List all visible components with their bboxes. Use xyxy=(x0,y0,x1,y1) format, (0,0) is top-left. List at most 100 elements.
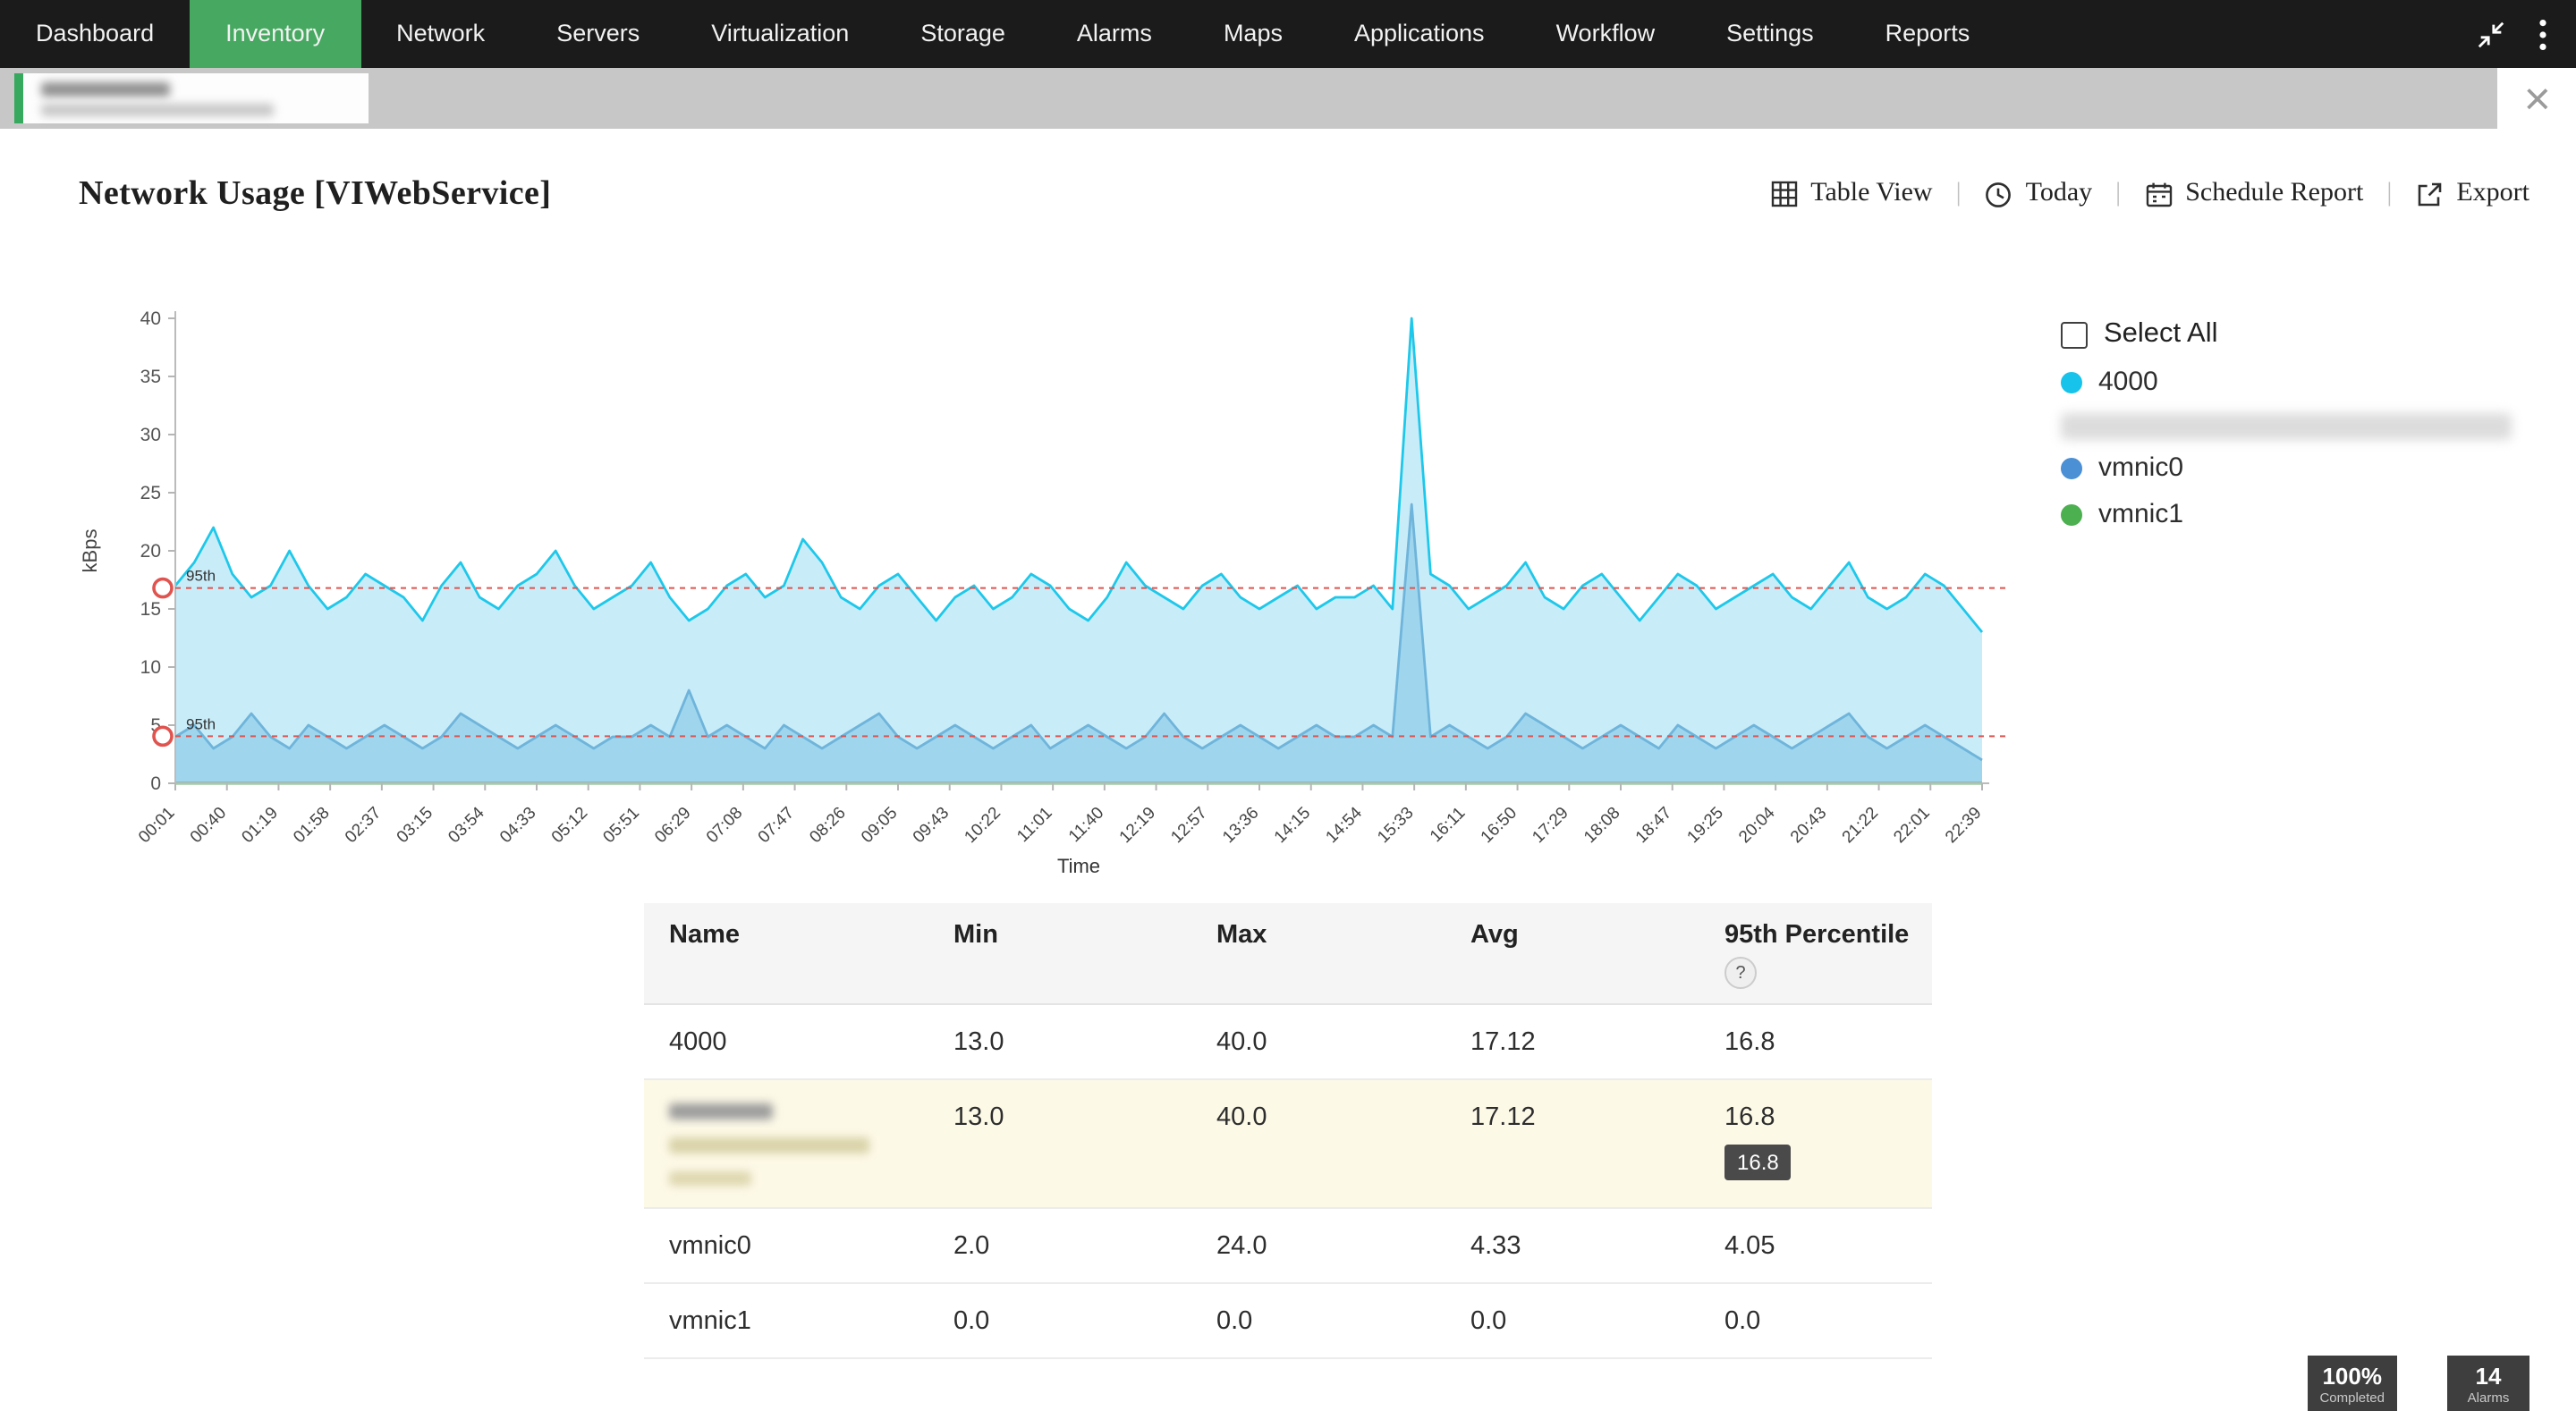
close-icon[interactable]: × xyxy=(2524,75,2551,122)
percentile-label: 95th xyxy=(186,715,216,732)
x-tick-label: 18:47 xyxy=(1632,804,1675,847)
y-tick-label: 30 xyxy=(140,425,161,445)
cell-avg: 0.0 xyxy=(1445,1283,1699,1358)
cell-name: vmnic1 xyxy=(644,1283,928,1358)
cell-max: 40.0 xyxy=(1191,1004,1445,1079)
nav-item-servers[interactable]: Servers xyxy=(521,0,675,68)
nav-item-network[interactable]: Network xyxy=(360,0,521,68)
calendar-icon xyxy=(2144,180,2173,208)
blurred-name-line xyxy=(669,1137,869,1153)
cell-min: 13.0 xyxy=(928,1004,1191,1079)
notification-card[interactable] xyxy=(14,73,369,123)
cell-min: 0.0 xyxy=(928,1283,1191,1358)
col-header-name: Name xyxy=(644,903,928,1004)
cell-p95: 4.05 xyxy=(1699,1208,1932,1283)
nav-item-workflow[interactable]: Workflow xyxy=(1521,0,1691,68)
nav-item-settings[interactable]: Settings xyxy=(1690,0,1850,68)
x-tick-label: 16:11 xyxy=(1427,804,1469,846)
x-tick-label: 01:58 xyxy=(290,804,333,847)
cell-p95: 0.0 xyxy=(1699,1283,1932,1358)
legend-item-blurred[interactable] xyxy=(2061,413,2512,440)
y-tick-label: 15 xyxy=(140,599,161,620)
nav-item-dashboard[interactable]: Dashboard xyxy=(0,0,190,68)
x-tick-label: 04:33 xyxy=(496,804,539,847)
today-label: Today xyxy=(2026,179,2093,209)
x-tick-label: 22:01 xyxy=(1890,804,1933,847)
action-separator: | xyxy=(2115,179,2121,209)
export-icon xyxy=(2415,180,2444,208)
x-tick-label: 21:22 xyxy=(1839,804,1882,847)
table-row-blurred: 13.040.017.1216.816.8 xyxy=(644,1079,1932,1208)
x-tick-label: 11:40 xyxy=(1065,804,1107,846)
alarms-badge[interactable]: 14 Alarms xyxy=(2447,1356,2529,1411)
y-tick-label: 10 xyxy=(140,657,161,678)
x-tick-label: 14:54 xyxy=(1322,803,1366,847)
legend-item-4000[interactable]: 4000 xyxy=(2061,367,2562,397)
blurred-text xyxy=(41,82,170,97)
nav-item-reports[interactable]: Reports xyxy=(1850,0,2006,68)
cell-p95: 16.816.8 xyxy=(1699,1079,1932,1208)
percentile-marker[interactable] xyxy=(154,579,172,597)
cell-max: 0.0 xyxy=(1191,1283,1445,1358)
schedule-report-label: Schedule Report xyxy=(2185,179,2363,209)
x-tick-label: 11:01 xyxy=(1013,804,1055,846)
table-view-label: Table View xyxy=(1810,179,1932,209)
x-axis-label: Time xyxy=(1057,855,1100,877)
x-tick-label: 09:05 xyxy=(858,804,901,847)
help-icon[interactable]: ? xyxy=(1724,957,1757,989)
col-header-95th-percentile: 95th Percentile? xyxy=(1699,903,1932,1004)
x-tick-label: 02:37 xyxy=(342,804,385,847)
x-tick-label: 13:36 xyxy=(1219,804,1262,847)
kebab-menu-icon[interactable] xyxy=(2538,17,2547,51)
nav-item-inventory[interactable]: Inventory xyxy=(190,0,360,68)
percentile-marker[interactable] xyxy=(154,727,172,745)
export-button[interactable]: Export xyxy=(2415,179,2529,209)
legend-dot xyxy=(2061,503,2082,525)
x-tick-label: 09:43 xyxy=(910,804,953,847)
cell-max: 40.0 xyxy=(1191,1079,1445,1208)
select-all-row[interactable]: Select All xyxy=(2061,318,2562,351)
stats-table: NameMinMaxAvg95th Percentile?400013.040.… xyxy=(644,903,1932,1359)
legend-item-vmnic1[interactable]: vmnic1 xyxy=(2061,499,2562,529)
legend-item-vmnic0[interactable]: vmnic0 xyxy=(2061,452,2562,483)
cell-min: 13.0 xyxy=(928,1079,1191,1208)
col-header-avg: Avg xyxy=(1445,903,1699,1004)
percentile-label: 95th xyxy=(186,568,216,585)
table-view-button[interactable]: Table View xyxy=(1771,179,1932,209)
select-all-checkbox[interactable] xyxy=(2061,321,2088,348)
nav-item-virtualization[interactable]: Virtualization xyxy=(675,0,885,68)
cell-p95: 16.8 xyxy=(1699,1004,1932,1079)
completed-badge[interactable]: 100% Completed xyxy=(2307,1356,2397,1411)
action-separator: | xyxy=(2386,179,2392,209)
completed-value: 100% xyxy=(2319,1365,2385,1390)
x-tick-label: 08:26 xyxy=(806,804,849,847)
x-tick-label: 12:19 xyxy=(1116,804,1159,847)
top-nav: DashboardInventoryNetworkServersVirtuali… xyxy=(0,0,2576,68)
nav-item-maps[interactable]: Maps xyxy=(1188,0,1318,68)
y-axis-label: kBps xyxy=(79,529,101,573)
stats-table-wrap: NameMinMaxAvg95th Percentile?400013.040.… xyxy=(644,903,1932,1359)
nav-item-storage[interactable]: Storage xyxy=(885,0,1041,68)
series-area-4000 xyxy=(175,318,1982,783)
completed-label: Completed xyxy=(2319,1390,2385,1406)
y-tick-label: 25 xyxy=(140,483,161,503)
nav-right xyxy=(2476,0,2576,68)
x-tick-label: 10:22 xyxy=(961,804,1004,847)
x-tick-label: 17:29 xyxy=(1529,804,1572,847)
table-icon xyxy=(1771,181,1798,207)
x-tick-label: 15:33 xyxy=(1374,804,1417,847)
today-button[interactable]: Today xyxy=(1985,179,2093,209)
x-tick-label: 19:25 xyxy=(1683,804,1726,847)
chart-svg: 0510152025303540kBps00:0100:4001:1901:58… xyxy=(72,297,2165,905)
cell-min: 2.0 xyxy=(928,1208,1191,1283)
x-tick-label: 20:43 xyxy=(1787,804,1830,847)
x-tick-label: 06:29 xyxy=(651,804,694,847)
schedule-report-button[interactable]: Schedule Report xyxy=(2144,179,2363,209)
collapse-icon[interactable] xyxy=(2476,19,2506,49)
nav-item-alarms[interactable]: Alarms xyxy=(1041,0,1188,68)
nav-item-applications[interactable]: Applications xyxy=(1318,0,1521,68)
action-separator: | xyxy=(1956,179,1962,209)
cell-avg: 4.33 xyxy=(1445,1208,1699,1283)
blurred-text xyxy=(41,104,274,116)
report-actions: Table View | Today | Schedule Report | Export xyxy=(1771,179,2529,209)
